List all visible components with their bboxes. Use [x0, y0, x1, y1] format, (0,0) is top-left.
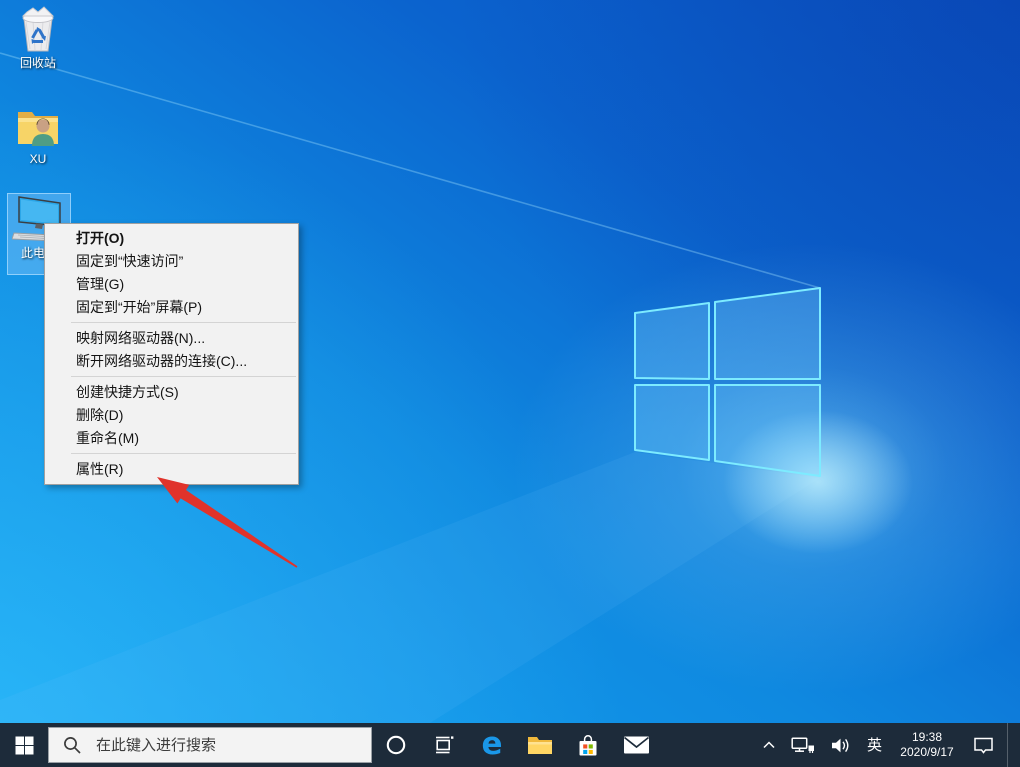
menu-separator: [71, 453, 296, 454]
menu-item-disconnect-network-drive[interactable]: 断开网络驱动器的连接(C)...: [45, 350, 298, 373]
store-button[interactable]: [564, 723, 612, 767]
recycle-bin-icon: [21, 6, 55, 52]
taskbar-search-box[interactable]: [48, 727, 372, 763]
edge-button[interactable]: e: [468, 723, 516, 767]
action-center-button[interactable]: [969, 733, 998, 758]
menu-item-open[interactable]: 打开(O): [45, 227, 298, 250]
search-input[interactable]: [94, 735, 371, 755]
ime-language-indicator[interactable]: 英: [864, 736, 885, 755]
clock-time: 19:38: [911, 730, 942, 744]
clock-date: 2020/9/17: [900, 745, 954, 759]
context-menu: 打开(O) 固定到“快速访问” 管理(G) 固定到“开始”屏幕(P) 映射网络驱…: [44, 223, 299, 485]
network-icon[interactable]: [788, 735, 818, 756]
desktop-icon-user-folder[interactable]: XU: [6, 104, 70, 166]
action-center-icon: [974, 737, 993, 754]
windows-start-icon: [15, 736, 33, 754]
system-tray: 英 19:38 2020/9/17: [759, 723, 1020, 767]
menu-item-rename[interactable]: 重命名(M): [45, 427, 298, 450]
start-button[interactable]: [0, 723, 48, 767]
mail-button[interactable]: [612, 723, 660, 767]
menu-item-create-shortcut[interactable]: 创建快捷方式(S): [45, 381, 298, 404]
cortana-button[interactable]: [372, 723, 420, 767]
menu-item-pin-quick-access[interactable]: 固定到“快速访问”: [45, 250, 298, 273]
file-explorer-folder-icon: [528, 737, 552, 754]
cortana-circle-icon: [386, 735, 406, 755]
menu-item-map-network-drive[interactable]: 映射网络驱动器(N)...: [45, 327, 298, 350]
tray-chevron-up-icon[interactable]: [759, 738, 779, 752]
show-desktop-button[interactable]: [1007, 723, 1012, 767]
task-view-button[interactable]: [420, 723, 468, 767]
user-folder-label: XU: [29, 152, 47, 166]
windows-desktop-screen: 回收站 XU 此电脑 打开(O) 固定到“快速访问” 管理(G) 固定到“开始”…: [0, 0, 1020, 767]
menu-separator: [71, 322, 296, 323]
menu-item-properties[interactable]: 属性(R): [45, 458, 298, 481]
file-explorer-button[interactable]: [516, 723, 564, 767]
menu-item-pin-to-start[interactable]: 固定到“开始”屏幕(P): [45, 296, 298, 319]
menu-separator: [71, 376, 296, 377]
menu-item-manage[interactable]: 管理(G): [45, 273, 298, 296]
task-view-icon: [436, 736, 454, 754]
desktop-icon-recycle-bin[interactable]: 回收站: [6, 6, 70, 70]
menu-item-delete[interactable]: 删除(D): [45, 404, 298, 427]
user-folder-icon: [18, 112, 58, 146]
recycle-bin-label: 回收站: [19, 56, 56, 70]
search-icon: [64, 736, 81, 754]
mail-envelope-icon: [623, 736, 649, 754]
volume-icon[interactable]: [827, 735, 855, 756]
taskbar: e: [0, 723, 1020, 767]
edge-icon: e: [481, 725, 503, 762]
microsoft-store-icon: [579, 734, 597, 755]
taskbar-clock[interactable]: 19:38 2020/9/17: [894, 728, 960, 762]
